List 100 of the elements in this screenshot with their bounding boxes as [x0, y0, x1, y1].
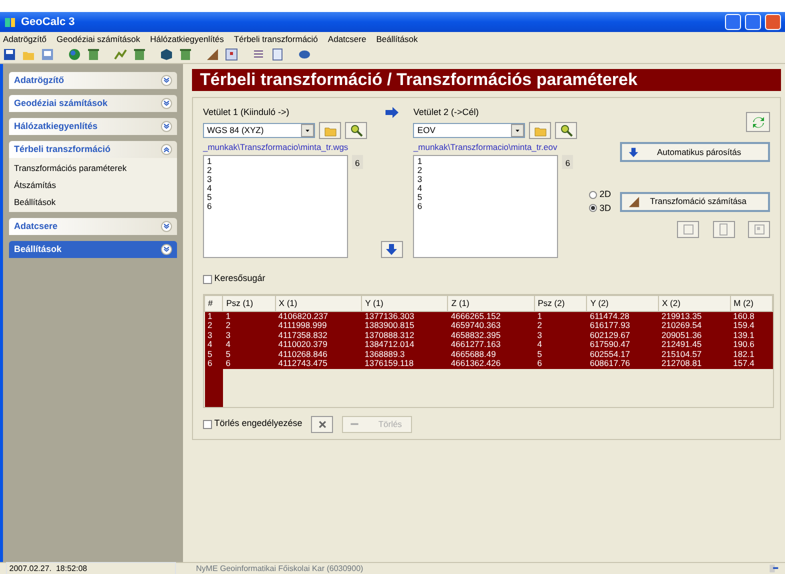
sidebar-group-header[interactable]: Adatrögzítő	[9, 72, 177, 89]
auto-pair-button[interactable]: Automatikus párosítás	[620, 142, 770, 162]
browse-button[interactable]	[345, 122, 367, 138]
globe-icon[interactable]	[68, 48, 81, 61]
table-cell: 602129.67	[586, 330, 658, 340]
radio-button[interactable]	[588, 190, 596, 199]
table-cell: 4	[222, 340, 276, 350]
sidebar-group-header[interactable]: Hálózatkiegyenlítés	[9, 118, 177, 135]
table-cell: 608617.76	[586, 359, 658, 368]
table-cell: 2	[534, 321, 587, 330]
column-header[interactable]: #	[204, 295, 223, 311]
refresh-button[interactable]	[746, 112, 770, 132]
list-item[interactable]: 3	[417, 175, 554, 184]
table-cell: 212491.45	[658, 340, 730, 350]
list-item[interactable]: 5	[207, 193, 344, 202]
maximize-button[interactable]	[745, 14, 761, 30]
radio-button[interactable]	[588, 204, 596, 212]
disc-icon[interactable]	[298, 48, 311, 61]
triangle-icon[interactable]	[206, 48, 219, 61]
table-cell: 209051.36	[658, 330, 730, 340]
cube-icon[interactable]	[160, 48, 173, 61]
table-cell: 3	[222, 330, 276, 340]
table-cell: 616177.93	[586, 321, 658, 330]
table-cell: 6	[534, 359, 587, 368]
checkbox[interactable]	[203, 420, 212, 428]
projection-dropdown[interactable]: WGS 84 (XYZ)	[203, 122, 315, 138]
save-icon[interactable]	[3, 48, 16, 61]
projection-dropdown[interactable]: EOV	[413, 122, 526, 138]
sidebar-group-header[interactable]: Térbeli transzformáció	[9, 141, 177, 158]
expand-icon[interactable]	[162, 122, 171, 131]
sidebar-group-header[interactable]: Geodéziai számítások	[9, 95, 177, 112]
arrow-down-icon	[385, 243, 398, 256]
expand-icon[interactable]	[162, 76, 171, 85]
window-icon[interactable]	[225, 48, 238, 61]
list-item[interactable]: 3	[207, 175, 344, 184]
sidebar-item[interactable]: Beállítások	[14, 196, 172, 208]
table-cell: 1	[204, 311, 223, 321]
table-cell: 6	[204, 359, 223, 368]
bin-icon[interactable]	[87, 48, 100, 61]
table-cell: 4661277.163	[448, 340, 534, 350]
collapse-icon[interactable]	[162, 145, 171, 154]
list-item[interactable]: 6	[207, 202, 344, 212]
menu-item[interactable]: Térbeli transzformáció	[234, 32, 318, 46]
list-item[interactable]: 1	[417, 157, 554, 166]
bin-icon[interactable]	[133, 48, 146, 61]
menu-item[interactable]: Beállítások	[376, 32, 418, 46]
column-header[interactable]: M (2)	[730, 295, 772, 311]
column-header[interactable]: Z (1)	[448, 295, 534, 311]
sidebar-item[interactable]: Átszámítás	[14, 178, 172, 192]
menu-item[interactable]: Adatcsere	[328, 32, 366, 46]
close-icon	[316, 418, 328, 430]
sidebar-group-header[interactable]: Beállítások	[9, 241, 177, 258]
point-list[interactable]: 1 2 3 4 5 6	[413, 155, 558, 258]
browse-button[interactable]	[555, 122, 578, 138]
floppy-icon[interactable]	[41, 48, 54, 61]
point-count: 6	[352, 155, 363, 170]
expand-icon[interactable]	[162, 245, 171, 254]
sidebar-group-header[interactable]: Adatcsere	[9, 218, 177, 236]
magnifier-icon	[350, 124, 362, 136]
document-icon[interactable]	[271, 48, 284, 61]
minimize-button[interactable]	[725, 14, 741, 30]
list-item[interactable]: 5	[417, 193, 554, 202]
app-icon	[4, 16, 17, 28]
list-item[interactable]: 6	[417, 202, 554, 212]
radio-label: 3D	[600, 202, 612, 214]
menu-item[interactable]: Geodéziai számítások	[56, 32, 140, 46]
sidebar-item[interactable]: Transzformációs paraméterek	[14, 162, 172, 175]
close-button[interactable]	[765, 14, 781, 30]
chart-icon[interactable]	[114, 48, 127, 61]
file-path: _munkak\Transzformacio\minta_tr.wgs	[203, 140, 350, 154]
column-header[interactable]: Y (2)	[586, 295, 658, 311]
table-cell: 4665688.49	[448, 350, 534, 359]
column-header[interactable]: Y (1)	[362, 295, 448, 311]
list-item[interactable]: 2	[207, 166, 344, 176]
expand-icon[interactable]	[162, 222, 171, 232]
table-cell: 190.6	[730, 340, 772, 350]
transfer-button[interactable]	[380, 241, 403, 258]
transform-button[interactable]: Transzfomáció számítása	[620, 192, 770, 212]
point-list[interactable]: 1 2 3 4 5 6	[203, 155, 348, 258]
table-cell: 215104.57	[658, 350, 730, 359]
menu-item[interactable]: Adatrögzítő	[3, 32, 46, 46]
list-item[interactable]: 4	[417, 184, 554, 194]
document-icon	[717, 223, 730, 236]
list-item[interactable]: 2	[417, 166, 554, 176]
checkbox[interactable]	[203, 274, 212, 284]
checkbox-label: Törlés engedélyezése	[214, 417, 302, 430]
clear-button[interactable]	[311, 416, 334, 432]
column-header[interactable]: X (2)	[658, 295, 730, 311]
list-item[interactable]: 1	[207, 157, 344, 166]
triangle-icon	[628, 196, 640, 208]
bin-icon[interactable]	[179, 48, 192, 61]
table-cell: 4117358.832	[275, 330, 362, 340]
expand-icon[interactable]	[162, 99, 171, 108]
table-cell: 611474.28	[586, 311, 658, 321]
menu-item[interactable]: Hálózatkiegyenlítés	[150, 32, 224, 46]
column-header[interactable]: Psz (1)	[222, 295, 276, 311]
list-item[interactable]: 4	[207, 184, 344, 194]
window-title: GeoCalc 3	[21, 14, 75, 30]
column-header[interactable]: X (1)	[275, 295, 362, 311]
column-header[interactable]: Psz (2)	[534, 295, 587, 311]
